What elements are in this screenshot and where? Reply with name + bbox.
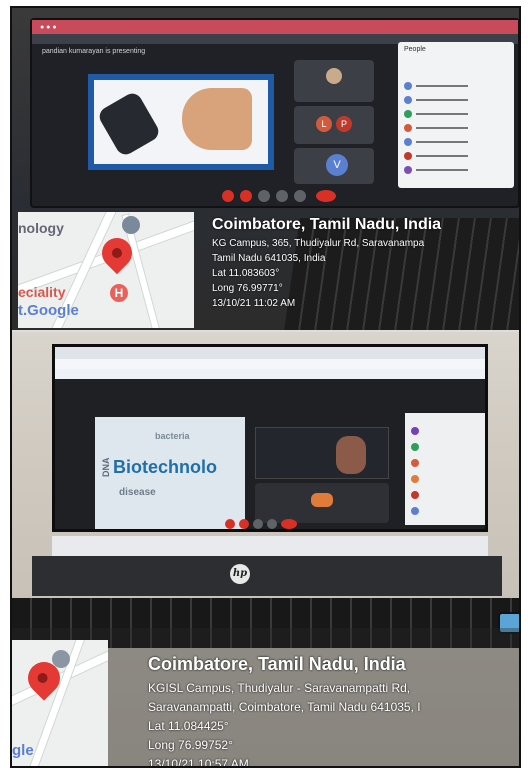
- people-row: [404, 166, 502, 174]
- people-panel-title: People: [404, 46, 426, 53]
- participant-video: [255, 427, 389, 479]
- school-icon: [122, 216, 140, 234]
- people-row: [404, 152, 502, 160]
- bookmarks-bar: [55, 369, 485, 379]
- google-logo: t.Google: [18, 302, 79, 319]
- map-thumbnail-1: nology eciality H t.Google: [18, 212, 194, 328]
- address-line: KG Campus, 365, Thudiyalur Rd, Saravanam…: [212, 238, 425, 249]
- timestamp: 13/10/21 11:02 AM: [212, 298, 296, 309]
- participant-face: [336, 436, 366, 474]
- participant-tile: V: [294, 148, 374, 184]
- address-line: Tamil Nadu 641035, India: [212, 253, 326, 264]
- shared-slide: [88, 74, 274, 170]
- laptop-screen-meet-1: ● ● ● pandian kumarayan is presenting L …: [30, 18, 519, 208]
- meet-control-icon: [276, 190, 288, 202]
- finger-image: [182, 88, 252, 150]
- map-label: nology: [18, 220, 64, 236]
- participant-tile: [255, 483, 389, 523]
- participant-tile: [294, 60, 374, 102]
- geotag-caption-2: Coimbatore, Tamil Nadu, India KGISL Camp…: [148, 654, 421, 768]
- avatar: P: [336, 116, 352, 132]
- meet-control-icon: [258, 190, 270, 202]
- photo-2: DNA Biotechnolo bacteria disease hp gle …: [12, 332, 519, 768]
- people-row: [404, 96, 502, 104]
- longitude: Long 76.99771°: [212, 283, 283, 294]
- latitude: Lat 11.084425°: [148, 719, 229, 733]
- presenting-banner: pandian kumarayan is presenting: [42, 48, 146, 55]
- photo-1: ● ● ● pandian kumarayan is presenting L …: [12, 8, 519, 330]
- google-logo: gle: [12, 742, 34, 759]
- hospital-icon: H: [110, 284, 128, 302]
- meet-control-icon: [294, 190, 306, 202]
- people-panel: People: [398, 42, 514, 188]
- meet-control-icon: [222, 190, 234, 202]
- participant-tile: L P: [294, 106, 374, 144]
- laptop-bezel: [32, 556, 502, 596]
- laptop-screen-meet-2: DNA Biotechnolo bacteria disease: [52, 344, 488, 532]
- people-row: [404, 110, 502, 118]
- geotag-caption-1: Coimbatore, Tamil Nadu, India KG Campus,…: [212, 216, 441, 309]
- avatar: L: [316, 116, 332, 132]
- windows-taskbar: [52, 536, 488, 556]
- avatar: [326, 68, 342, 84]
- avatar: [311, 493, 333, 507]
- people-row: [404, 138, 502, 146]
- meet-control-icon: [225, 519, 235, 529]
- people-panel: [405, 413, 485, 525]
- browser-address-bar: [55, 359, 485, 369]
- hp-logo: hp: [230, 564, 250, 584]
- end-call-icon: [281, 519, 297, 529]
- browser-tab-bar: [55, 347, 485, 359]
- map-thumbnail-2: gle: [12, 640, 108, 766]
- shared-slide: DNA Biotechnolo bacteria disease: [95, 417, 245, 529]
- longitude: Long 76.99752°: [148, 738, 233, 752]
- address-line: Saravanampatti, Coimbatore, Tamil Nadu 6…: [148, 700, 421, 714]
- people-row: [404, 124, 502, 132]
- meet-control-icon: [253, 519, 263, 529]
- slide-word: Biotechnolo: [113, 457, 217, 477]
- map-label: eciality: [18, 284, 66, 300]
- photo-collage: ● ● ● pandian kumarayan is presenting L …: [10, 6, 521, 768]
- glucometer-image: [96, 89, 162, 159]
- end-call-icon: [316, 190, 336, 202]
- meet-control-icon: [267, 519, 277, 529]
- latitude: Lat 11.083603°: [212, 268, 280, 279]
- people-row: [404, 82, 502, 90]
- meet-control-icon: [240, 190, 252, 202]
- browser-tab-bar: ● ● ●: [32, 20, 518, 34]
- location-title: Coimbatore, Tamil Nadu, India: [212, 216, 442, 233]
- meet-control-icon: [239, 519, 249, 529]
- location-title: Coimbatore, Tamil Nadu, India: [148, 654, 406, 674]
- timestamp: 13/10/21 10:57 AM: [148, 757, 249, 768]
- avatar: V: [326, 154, 348, 176]
- address-line: KGISL Campus, Thudiyalur - Saravanampatt…: [148, 681, 411, 695]
